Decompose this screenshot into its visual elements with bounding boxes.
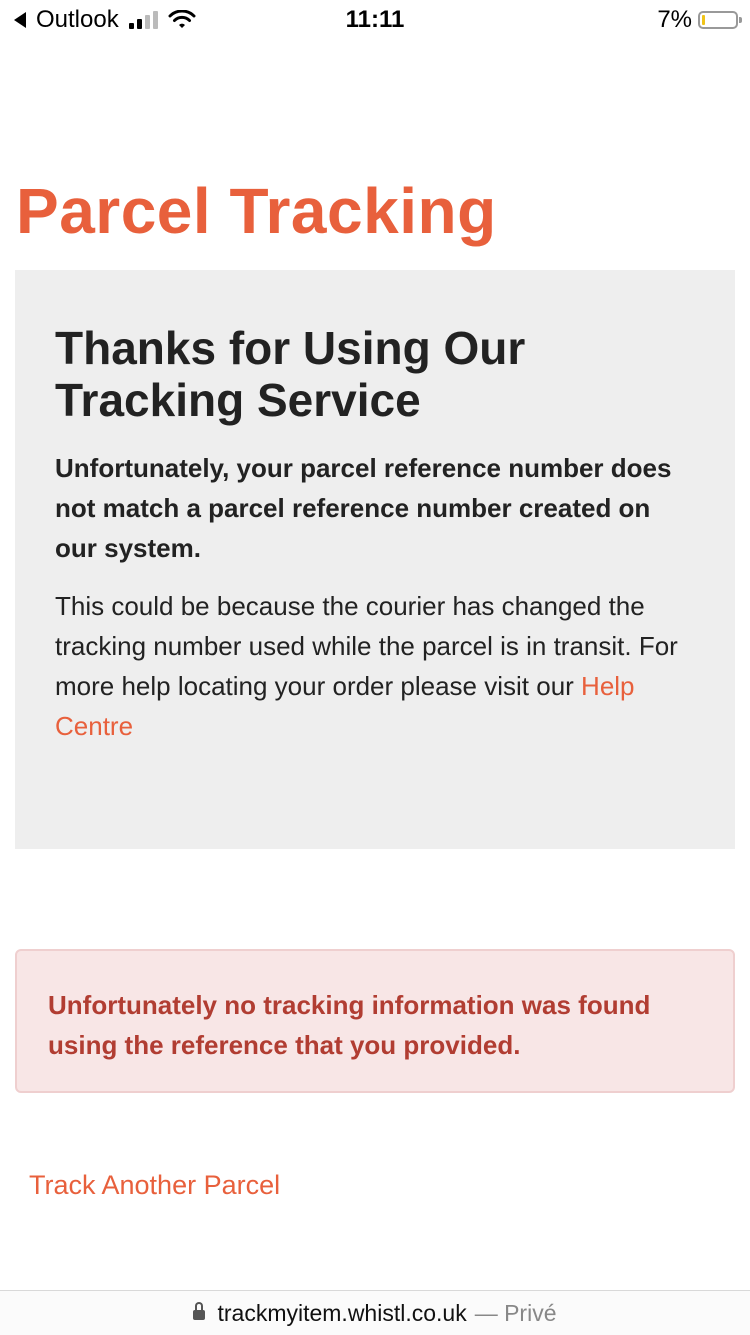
info-heading: Thanks for Using Our Tracking Service bbox=[55, 322, 526, 426]
url-domain: trackmyitem.whistl.co.uk bbox=[217, 1299, 467, 1326]
error-alert-message: Unfortunately no tracking information wa… bbox=[48, 990, 651, 1060]
info-body: This could be because the courier has ch… bbox=[55, 586, 695, 746]
track-another-parcel-link[interactable]: Track Another Parcel bbox=[29, 1170, 280, 1201]
battery-percent: 7% bbox=[657, 6, 692, 33]
status-bar: Outlook 11:11 7% bbox=[0, 0, 750, 42]
clock: 11:11 bbox=[345, 6, 405, 33]
battery-status: 7% bbox=[657, 6, 742, 34]
page-title: Parcel Tracking bbox=[16, 175, 497, 247]
info-panel: Thanks for Using Our Tracking Service Un… bbox=[15, 270, 735, 849]
error-alert: Unfortunately no tracking information wa… bbox=[15, 949, 735, 1093]
info-strong-text: Unfortunately, your parcel reference num… bbox=[55, 453, 672, 563]
browser-url-bar[interactable]: trackmyitem.whistl.co.uk — Privé bbox=[0, 1290, 750, 1335]
battery-icon bbox=[698, 11, 742, 29]
lock-icon bbox=[193, 1302, 206, 1320]
private-mode-label: — Privé bbox=[474, 1299, 557, 1326]
